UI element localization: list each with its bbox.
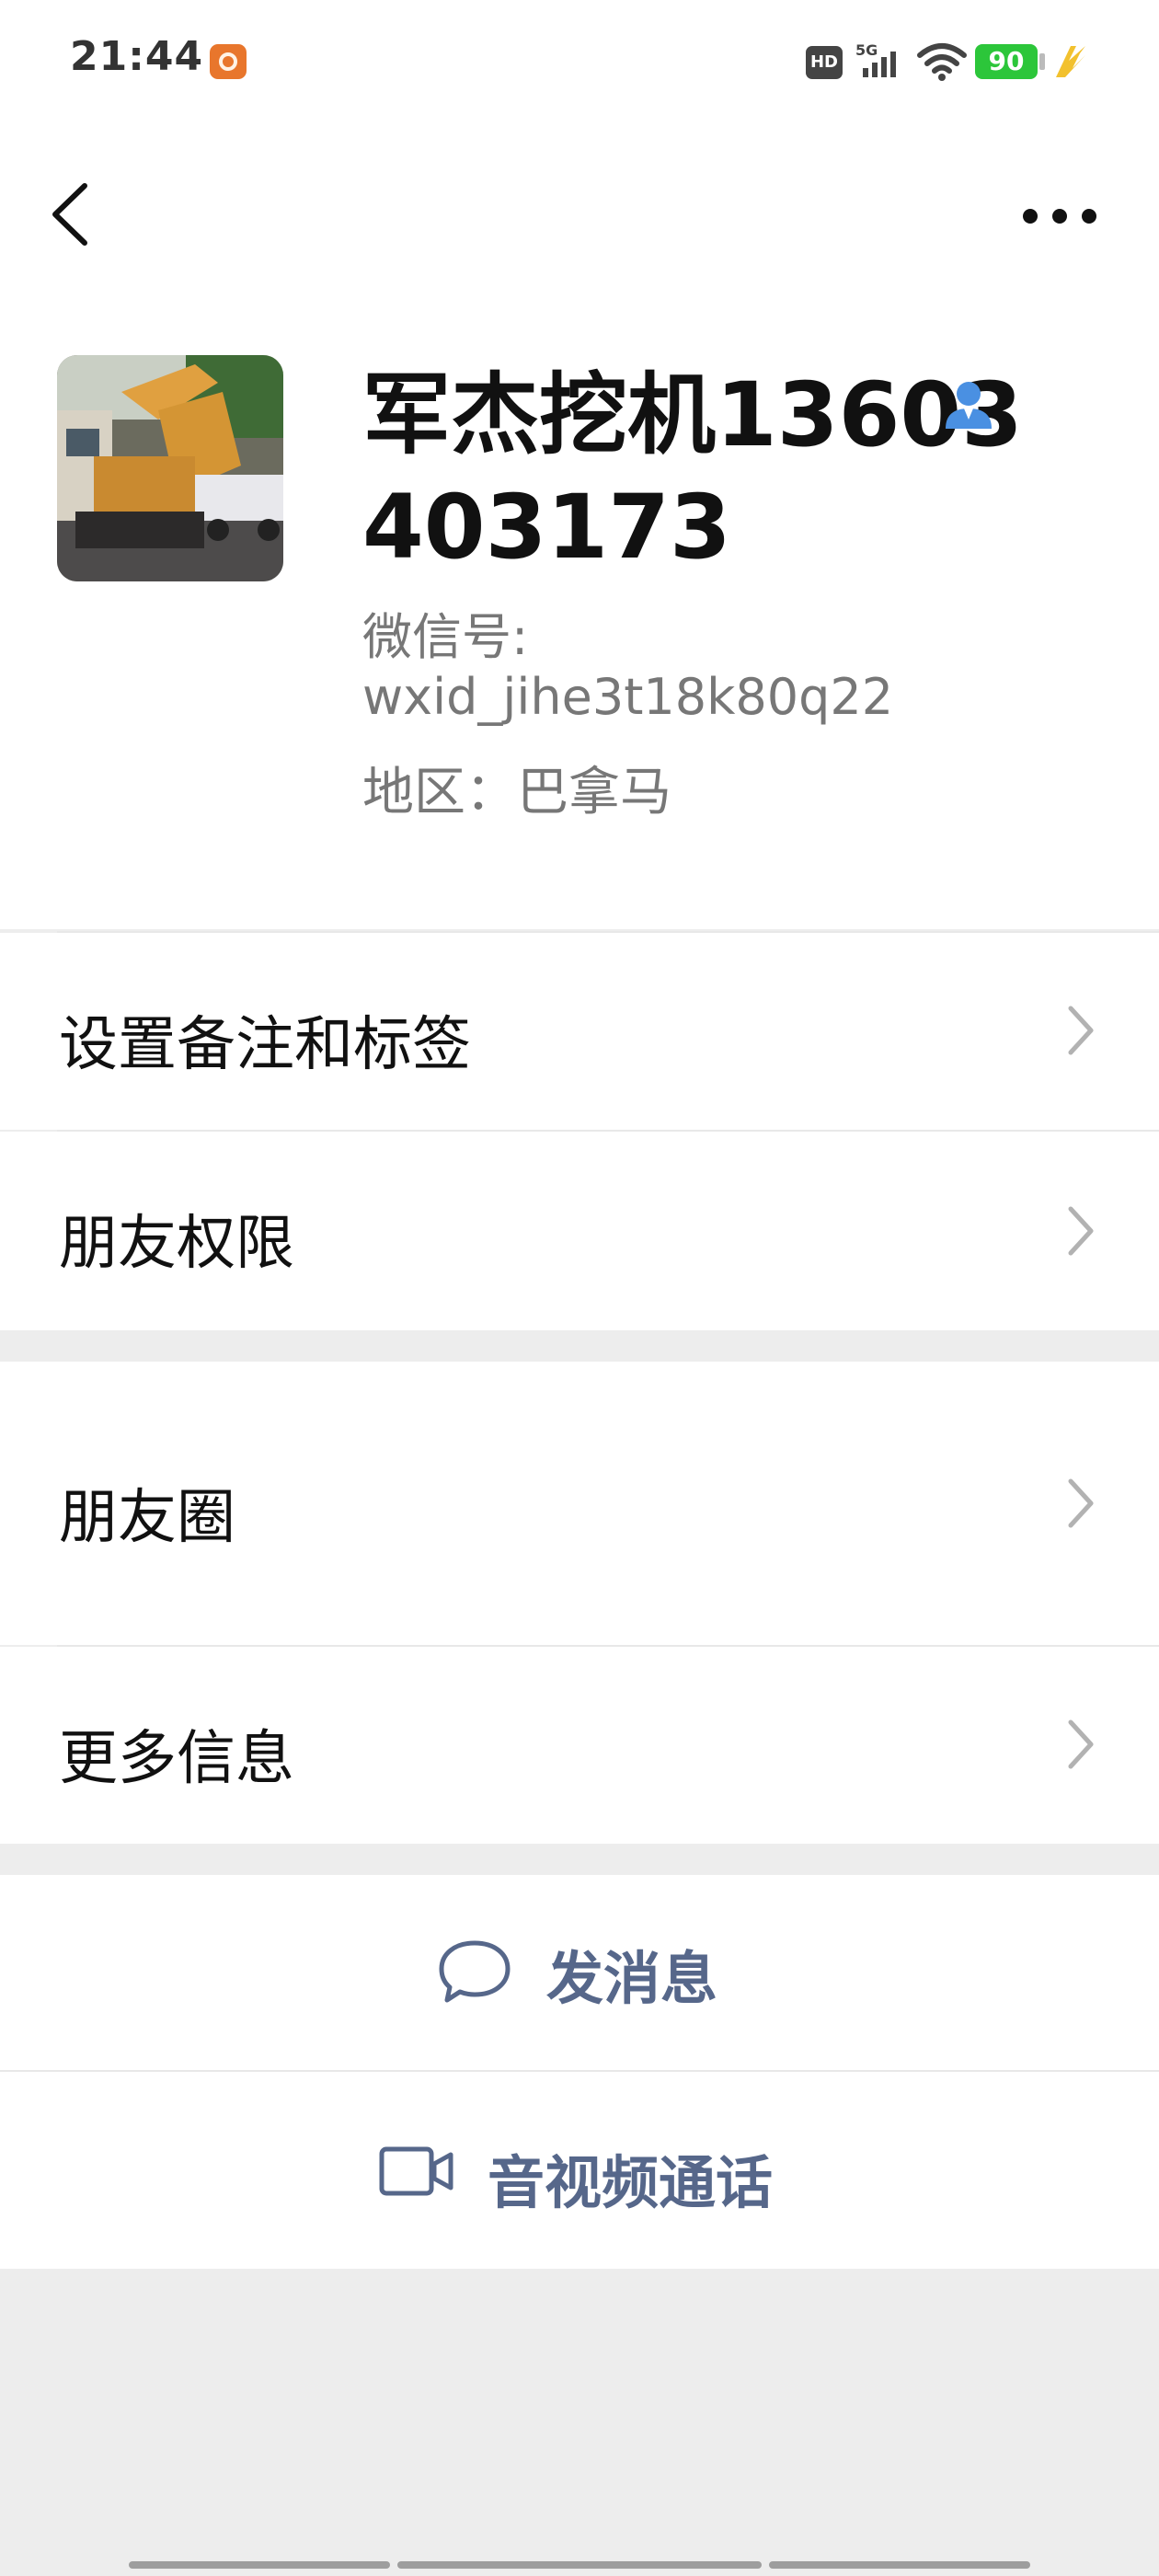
chevron-right-icon <box>1068 1719 1094 1769</box>
status-bar: 21:44 HD 5G 90 <box>0 0 1159 129</box>
home-indicator[interactable] <box>397 2561 762 2569</box>
send-message-label: 发消息 <box>546 1945 718 2012</box>
row-more-info[interactable]: 更多信息 <box>0 1647 1159 1844</box>
section-gap <box>0 1844 1159 1875</box>
av-call-label: 音视频通话 <box>488 2149 774 2216</box>
signal-5g-icon: 5G <box>855 41 896 77</box>
app-notification-icon <box>210 44 247 79</box>
row-more-info-label: 更多信息 <box>59 1725 294 1793</box>
row-remark-tags-label: 设置备注和标签 <box>59 1011 471 1079</box>
status-time: 21:44 <box>70 33 204 80</box>
battery-cap <box>1039 53 1045 70</box>
network-type-label: 5G <box>855 41 878 59</box>
row-moments-label: 朋友圈 <box>59 1484 235 1552</box>
region-text: 地区：巴拿马 <box>362 763 671 822</box>
more-horizontal-icon[interactable] <box>1012 184 1113 248</box>
home-indicator[interactable] <box>769 2561 1030 2569</box>
video-camera-icon <box>379 2146 453 2196</box>
chat-bubble-icon <box>439 1940 511 2003</box>
row-friend-permissions-label: 朋友权限 <box>59 1210 294 1278</box>
battery-icon: 90 <box>975 44 1038 79</box>
avatar[interactable] <box>57 355 283 581</box>
wechat-id-value: wxid_jihe3t18k80q22 <box>362 668 894 726</box>
wechat-id-label: 微信号: <box>362 608 529 666</box>
section-gap <box>0 1330 1159 1362</box>
chevron-right-icon <box>1068 1478 1094 1528</box>
send-message-button[interactable]: 发消息 <box>0 1875 1159 2070</box>
person-icon[interactable] <box>938 374 999 434</box>
wifi-icon <box>917 43 967 81</box>
row-friend-permissions[interactable]: 朋友权限 <box>0 1132 1159 1330</box>
nav-bar <box>0 129 1159 304</box>
charging-icon <box>1056 46 1085 77</box>
row-moments[interactable]: 朋友圈 <box>0 1362 1159 1645</box>
chevron-right-icon <box>1068 1206 1094 1256</box>
avatar-image <box>57 355 283 581</box>
chevron-right-icon <box>1068 1006 1094 1055</box>
home-indicator[interactable] <box>129 2561 390 2569</box>
chevron-left-icon[interactable] <box>37 173 101 256</box>
row-remark-tags[interactable]: 设置备注和标签 <box>0 933 1159 1130</box>
profile-header: 军杰挖机13603403173 微信号: wxid_jihe3t18k80q22… <box>0 304 1159 929</box>
av-call-button[interactable]: 音视频通话 <box>0 2072 1159 2269</box>
hd-icon: HD <box>806 46 843 79</box>
